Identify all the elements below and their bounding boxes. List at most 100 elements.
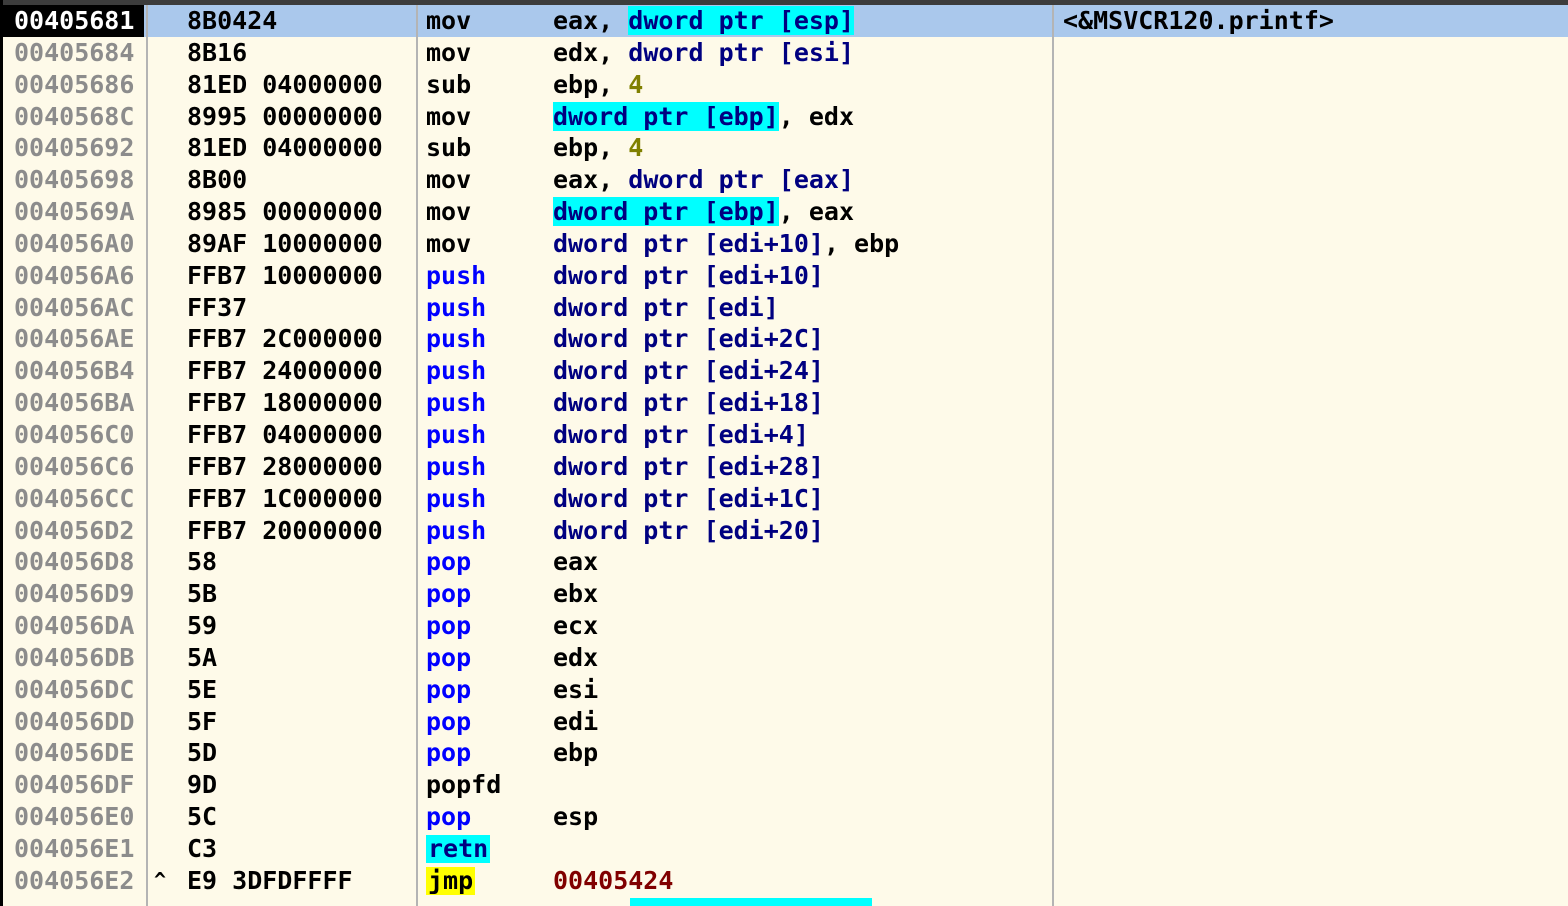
hex-bytes-cell: FFB7 2C000000 [187,324,383,354]
operands-cell: dword ptr [edi] [553,292,779,324]
mnemonic-cell: mov [426,228,472,258]
operand-part: esp [553,802,599,832]
address-cell: 004056E1 [14,833,135,863]
address-cell: 004056DC [14,674,135,704]
operands-cell: ebp, 4 [553,69,643,101]
operands-cell: dword ptr [edi+28] [553,451,824,483]
hex-bytes-cell: 5C [187,802,218,832]
operand-part: , edx [778,101,855,131]
operand-part: eax [553,547,599,577]
disassembly-row[interactable]: 004056C6 FFB7 28000000 push dword ptr [edi+… [3,451,1568,483]
operands-cell: 00405424 [553,865,673,897]
disassembly-row[interactable]: 00405684 8B16 mov edx, dword ptr [esi] [3,37,1568,69]
operand-part: 00405424 [553,865,674,895]
mnemonic-cell: sub [426,133,472,163]
disassembly-row[interactable]: 004056D9 5B pop ebx [3,578,1568,610]
address-cell: 004056D9 [14,579,135,609]
mnemonic-cell: push [426,451,487,481]
disassembly-row[interactable]: 004056DA 59 pop ecx [3,610,1568,642]
disassembly-row[interactable]: 004056D8 58 pop eax [3,546,1568,578]
operands-cell: edx, dword ptr [esi] [553,37,854,69]
comment-cell: <&MSVCR120.printf> [1063,6,1334,35]
operands-cell: dword ptr [edi+10], ebp [553,228,899,260]
disassembly-row[interactable]: 004056E1 C3 retn [3,833,1568,865]
disassembly-row[interactable]: 004056DC 5E pop esi [3,674,1568,706]
column-separator-address[interactable] [146,5,148,906]
mnemonic-cell: pop [426,706,472,736]
operand-part: , eax [778,197,855,227]
operands-cell: eax [553,546,598,578]
operand-part: dword ptr [edi+24] [553,356,824,386]
hex-bytes-cell: FFB7 04000000 [187,419,383,449]
disassembly-row[interactable]: 004056AE FFB7 2C000000 push dword ptr [edi+… [3,323,1568,355]
disassembly-row[interactable]: 004056DB 5A pop edx [3,642,1568,674]
disassembly-row[interactable]: 004056E0 5C pop esp [3,801,1568,833]
column-separator-disassembly[interactable] [1052,5,1054,906]
disassembly-row[interactable]: 004056E2 ^ E9 3DFDFFFF jmp 00405424 [3,865,1568,897]
operands-cell: ebp, 4 [553,132,643,164]
address-cell: 004056E0 [14,802,135,832]
address-cell: 004056CC [14,483,135,513]
disassembly-row[interactable]: 00405698 8B00 mov eax, dword ptr [eax] [3,164,1568,196]
hex-bytes-cell: 89AF 10000000 [187,228,383,258]
disassembly-row[interactable]: 004056CC FFB7 1C000000 push dword ptr [edi+… [3,483,1568,515]
disassembly-row[interactable]: 00405681 8B0424 mov eax, dword ptr [esp] <&M… [3,5,1568,37]
operand-part: dword ptr [edi+4] [553,419,809,449]
operand-part: edx [553,642,599,672]
disassembly-row[interactable]: 0040569A 8985 00000000 mov dword ptr [ebp],… [3,196,1568,228]
address-cell: 004056A6 [14,260,135,290]
operand-part: ecx [553,611,599,641]
mnemonic-cell: mov [426,197,472,227]
jump-arrow-icon: ^ [154,867,167,892]
disassembly-row[interactable]: 004056A0 89AF 10000000 mov dword ptr [edi+1… [3,228,1568,260]
operand-part: ebp, [553,133,629,163]
operand-part: dword ptr [edi+18] [553,388,824,418]
mnemonic-cell: mov [426,101,472,131]
mnemonic-cell: mov [426,165,472,195]
disassembly-row[interactable]: 004056AC FF37 push dword ptr [edi] [3,292,1568,324]
address-cell: 0040568C [14,101,135,131]
address-cell: 004056DD [14,706,135,736]
disassembly-row[interactable]: 004056BA FFB7 18000000 push dword ptr [edi+… [3,387,1568,419]
mnemonic-cell: mov [426,37,472,67]
column-separator-bytes[interactable] [416,5,418,906]
operand-part: esi [553,674,599,704]
hex-bytes-cell: FFB7 10000000 [187,260,383,290]
operand-part: ebp, [553,69,629,99]
address-cell: 004056DA [14,611,135,641]
address-cell: 004056DF [14,770,135,800]
disassembly-row[interactable]: 004056DE 5D pop ebp [3,737,1568,769]
operand-part: edi [553,706,599,736]
mnemonic-cell: push [426,515,487,545]
operand-part: dword ptr [edi+1C] [553,483,824,513]
disassembly-row[interactable]: 004056DD 5F pop edi [3,706,1568,738]
mnemonic-cell: push [426,260,487,290]
disassembly-row[interactable]: 00405686 81ED 04000000 sub ebp, 4 [3,69,1568,101]
disassembly-row[interactable]: 004056DF 9D popfd [3,769,1568,801]
address-cell: 004056C0 [14,419,135,449]
operand-part: , ebp [823,228,900,258]
disassembly-row[interactable]: 00405692 81ED 04000000 sub ebp, 4 [3,132,1568,164]
disassembly-row[interactable]: 004056B4 FFB7 24000000 push dword ptr [edi+… [3,355,1568,387]
disassembly-row[interactable]: 004056C0 FFB7 04000000 push dword ptr [edi+… [3,419,1568,451]
operand-part: ebx [553,579,599,609]
operands-cell: dword ptr [edi+18] [553,387,824,419]
operand-part: eax, [553,165,629,195]
hex-bytes-cell: 58 [187,547,218,577]
operand-part: dword ptr [ebp] [553,197,779,227]
disassembly-row[interactable]: 004056A6 FFB7 10000000 push dword ptr [edi+… [3,260,1568,292]
address-cell: 00405684 [14,37,135,67]
address-cell: 004056BA [14,388,135,418]
operands-cell: eax, dword ptr [esp] [553,5,855,37]
address-cell: 004056AE [14,324,135,354]
mnemonic-cell: pop [426,674,472,704]
mnemonic-cell: pop [426,547,472,577]
mnemonic-cell: sub [426,69,472,99]
operand-part: 4 [628,69,644,99]
hex-bytes-cell: 8B16 [187,37,248,67]
disassembly-row[interactable]: 004056D2 FFB7 20000000 push dword ptr [edi+… [3,515,1568,547]
disassembly-listing[interactable]: 00405681 8B0424 mov eax, dword ptr [esp] <&M… [3,5,1568,897]
operands-cell: ebx [553,578,598,610]
disassembly-row[interactable]: 0040568C 8995 00000000 mov dword ptr [ebp],… [3,101,1568,133]
operand-part: 4 [628,133,644,163]
